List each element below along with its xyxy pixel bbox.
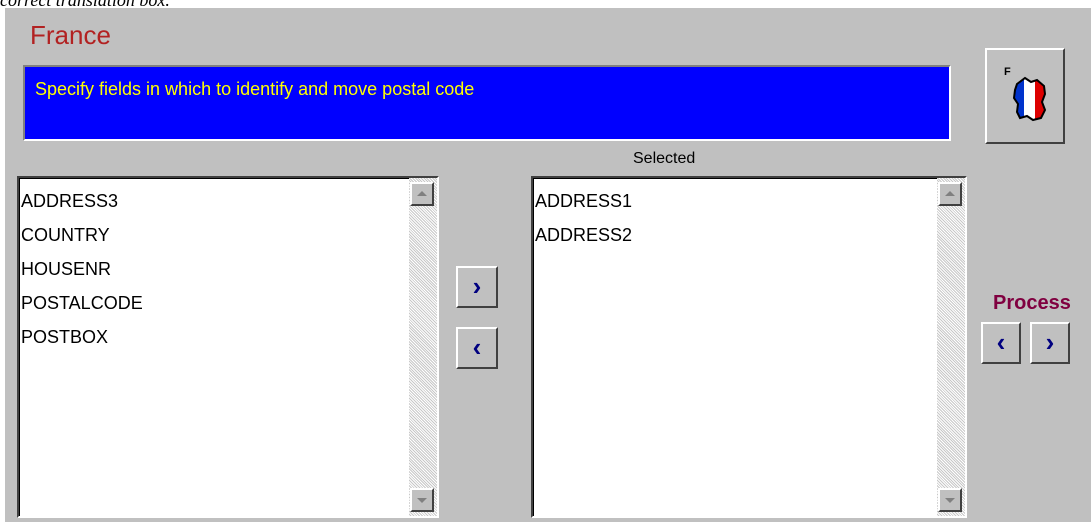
process-next-button[interactable]: › (1030, 322, 1070, 364)
list-item[interactable]: ADDRESS1 (535, 184, 632, 218)
instruction-banner: Specify fields in which to identify and … (23, 65, 951, 141)
instruction-text: Specify fields in which to identify and … (35, 79, 475, 99)
available-scrollbar[interactable] (409, 178, 437, 516)
scroll-up-button[interactable] (410, 182, 434, 206)
arrow-down-icon (417, 498, 427, 503)
list-item[interactable]: COUNTRY (21, 218, 143, 252)
list-item[interactable]: POSTBOX (21, 320, 143, 354)
list-item[interactable]: ADDRESS2 (535, 218, 632, 252)
arrow-up-icon (417, 191, 427, 196)
selected-list-label: Selected (633, 150, 696, 167)
available-items: ADDRESS3 COUNTRY HOUSENR POSTALCODE POST… (21, 184, 143, 354)
remove-from-selected-button[interactable]: ‹ (456, 327, 498, 369)
list-item[interactable]: ADDRESS3 (21, 184, 143, 218)
country-title: France (30, 20, 111, 50)
arrow-up-icon (945, 191, 955, 196)
selected-scrollbar[interactable] (937, 178, 965, 516)
country-flag-button[interactable]: F (985, 48, 1065, 144)
document-caption: correct translation box. (0, 0, 170, 10)
process-prev-button[interactable]: ‹ (981, 322, 1021, 364)
available-fields-list[interactable]: ADDRESS3 COUNTRY HOUSENR POSTALCODE POST… (17, 176, 439, 518)
scroll-up-button[interactable] (938, 182, 962, 206)
france-dialog-panel: France Specify fields in which to identi… (5, 8, 1091, 522)
process-label: Process (993, 292, 1071, 314)
scroll-down-button[interactable] (938, 488, 962, 512)
add-to-selected-button[interactable]: › (456, 266, 498, 308)
list-item[interactable]: POSTALCODE (21, 286, 143, 320)
arrow-down-icon (945, 498, 955, 503)
scroll-down-button[interactable] (410, 488, 434, 512)
selected-items: ADDRESS1 ADDRESS2 (535, 184, 632, 252)
france-map-flag-icon (1012, 76, 1047, 122)
list-item[interactable]: HOUSENR (21, 252, 143, 286)
selected-fields-list[interactable]: ADDRESS1 ADDRESS2 (531, 176, 967, 518)
